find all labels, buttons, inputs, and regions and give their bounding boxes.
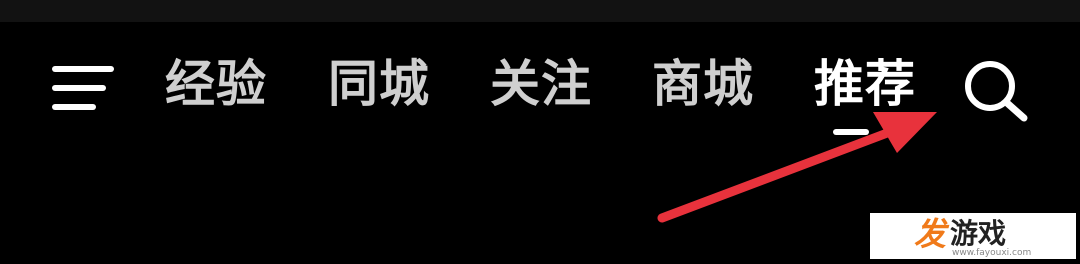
tab-guanzhu[interactable]: 关注 [490, 52, 592, 116]
watermark-url: www.fayouxi.com [952, 248, 1032, 258]
tab-tuijian[interactable]: 推荐 [814, 52, 916, 116]
menu-bar-top [52, 66, 114, 72]
watermark-brand-text: 游戏 [950, 217, 1007, 250]
tab-jingyan[interactable]: 经验 [165, 52, 267, 116]
app-screen: 经验 同城 关注 商城 推荐 发 游戏 www.fayouxi.com [0, 0, 1080, 264]
search-icon [965, 61, 1028, 122]
menu-bar-bottom [52, 104, 96, 110]
hamburger-menu-icon[interactable] [52, 64, 114, 112]
search-button[interactable] [960, 56, 1034, 126]
tab-tongcheng[interactable]: 同城 [328, 52, 430, 116]
menu-bar-middle [52, 85, 106, 91]
tab-shangcheng[interactable]: 商城 [652, 52, 754, 116]
status-bar-strip [0, 0, 1080, 22]
active-tab-indicator [833, 129, 869, 135]
watermark-logo-mark: 发 [914, 215, 947, 253]
watermark-logo: 发 游戏 www.fayouxi.com [870, 213, 1076, 259]
